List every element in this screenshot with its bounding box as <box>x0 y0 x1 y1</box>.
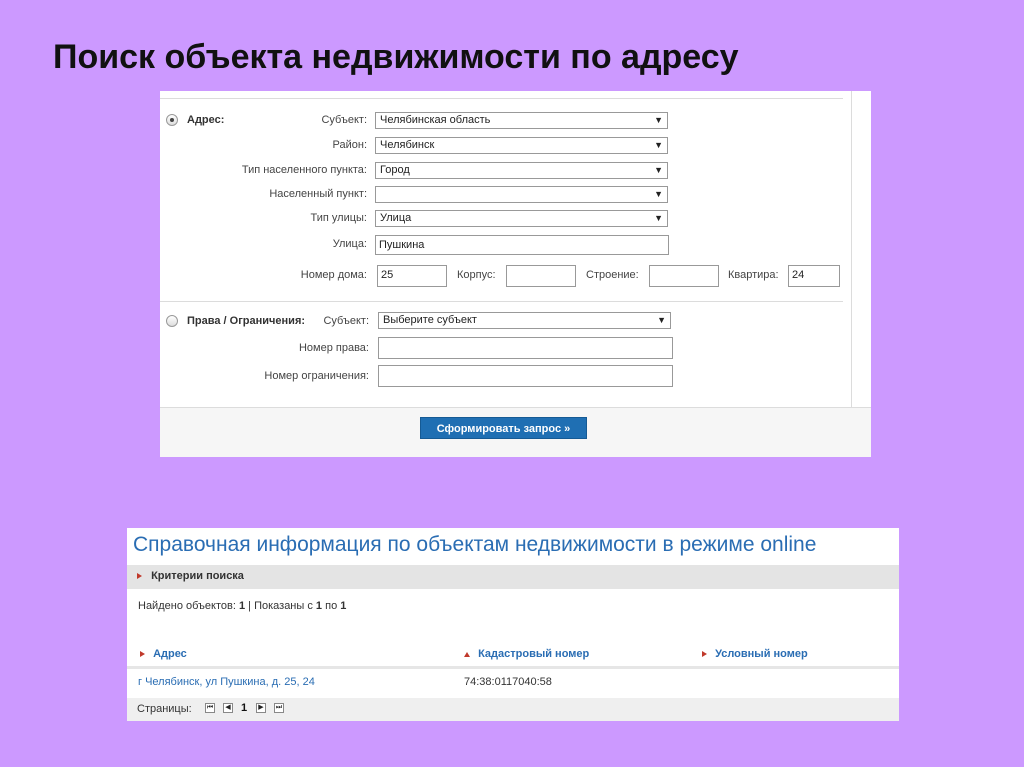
found-count: 1 <box>238 600 246 612</box>
divider <box>160 98 843 99</box>
building-label: Корпус: <box>457 269 496 281</box>
sort-arrow-icon <box>464 651 470 657</box>
dropdown-arrow-icon: ▼ <box>654 213 663 223</box>
address-group-label: Адрес: <box>187 114 225 126</box>
column-header-address-label: Адрес <box>153 648 187 660</box>
street-input[interactable]: Пушкина <box>375 235 669 255</box>
house-number-label: Номер дома: <box>300 269 367 281</box>
building-input[interactable] <box>506 265 576 287</box>
dropdown-arrow-icon: ▼ <box>654 140 663 150</box>
column-header-cadastral[interactable]: Кадастровый номер <box>464 648 589 660</box>
divider <box>851 91 852 407</box>
district-select[interactable]: Челябинск ▼ <box>375 137 668 154</box>
result-address-link[interactable]: г Челябинск, ул Пушкина, д. 25, 24 <box>138 676 315 688</box>
subject-select[interactable]: Челябинская область ▼ <box>375 112 668 129</box>
shown-mid: по <box>325 600 338 612</box>
pagination: Страницы: ⏮ ◀ 1 ▶ ⏭ <box>127 698 899 721</box>
search-criteria-label: Критерии поиска <box>151 570 244 582</box>
shown-to: 1 <box>340 600 347 612</box>
locality-select[interactable]: ▼ <box>375 186 668 203</box>
structure-label: Строение: <box>586 269 639 281</box>
dropdown-arrow-icon: ▼ <box>657 315 666 325</box>
found-prefix: Найдено объектов: <box>138 600 236 612</box>
rights-group-label: Права / Ограничения: <box>187 315 306 327</box>
first-page-icon[interactable]: ⏮ <box>205 703 215 713</box>
divider <box>160 301 843 302</box>
column-header-conditional[interactable]: Условный номер <box>702 648 808 660</box>
dropdown-arrow-icon: ▼ <box>654 189 663 199</box>
locality-type-select-value: Город <box>380 164 410 176</box>
structure-input[interactable] <box>649 265 719 287</box>
table-header-divider <box>127 666 899 669</box>
results-title: Справочная информация по объектам недвиж… <box>133 533 817 556</box>
result-cadastral-number: 74:38:0117040:58 <box>464 676 552 688</box>
column-header-cadastral-label: Кадастровый номер <box>478 648 590 660</box>
next-page-icon[interactable]: ▶ <box>256 703 266 713</box>
shown-prefix: Показаны с <box>254 600 313 612</box>
sort-arrow-icon <box>140 651 145 658</box>
subject-select-value: Челябинская область <box>380 114 491 126</box>
separator: | <box>248 600 252 612</box>
results-panel: Справочная информация по объектам недвиж… <box>127 528 899 721</box>
dropdown-arrow-icon: ▼ <box>654 165 663 175</box>
street-type-select[interactable]: Улица ▼ <box>375 210 668 227</box>
rights-radio[interactable] <box>166 315 178 327</box>
locality-label: Населенный пункт: <box>269 188 367 200</box>
locality-type-label: Тип населенного пункта: <box>241 164 367 176</box>
street-type-label: Тип улицы: <box>310 212 367 224</box>
locality-type-select[interactable]: Город ▼ <box>375 162 668 179</box>
search-criteria-header[interactable]: Критерии поиска <box>137 570 244 582</box>
right-number-label: Номер права: <box>298 342 369 354</box>
subject-label: Субъект: <box>321 114 367 126</box>
rights-subject-select-value: Выберите субъект <box>383 314 477 326</box>
apartment-label: Квартира: <box>728 269 779 281</box>
current-page: 1 <box>241 702 248 714</box>
search-criteria-toggle[interactable]: Критерии поиска <box>127 565 899 589</box>
found-summary: Найдено объектов: 1 | Показаны с 1 по 1 <box>138 600 346 612</box>
street-label: Улица: <box>332 238 367 250</box>
street-type-select-value: Улица <box>380 212 412 224</box>
previous-page-icon[interactable]: ◀ <box>223 703 233 713</box>
house-number-input[interactable]: 25 <box>377 265 447 287</box>
dropdown-arrow-icon: ▼ <box>654 115 663 125</box>
submit-request-button[interactable]: Сформировать запрос » <box>420 417 587 439</box>
slide-title: Поиск объекта недвижимости по адресу <box>53 38 739 76</box>
apartment-input[interactable]: 24 <box>788 265 840 287</box>
column-header-address[interactable]: Адрес <box>140 648 187 660</box>
address-radio[interactable] <box>166 114 178 126</box>
sort-arrow-icon <box>702 651 707 658</box>
column-header-conditional-label: Условный номер <box>715 648 808 660</box>
search-form-panel: Адрес: Субъект: Челябинская область ▼ Ра… <box>160 91 871 457</box>
right-number-input[interactable] <box>378 337 673 359</box>
restriction-number-label: Номер ограничения: <box>264 370 369 382</box>
rights-subject-select[interactable]: Выберите субъект ▼ <box>378 312 671 329</box>
district-select-value: Челябинск <box>380 139 435 151</box>
shown-from: 1 <box>315 600 323 612</box>
pages-label: Страницы: <box>137 703 192 715</box>
restriction-number-input[interactable] <box>378 365 673 387</box>
district-label: Район: <box>332 139 367 151</box>
expand-arrow-icon <box>137 573 142 580</box>
rights-subject-label: Субъект: <box>323 315 369 327</box>
last-page-icon[interactable]: ⏭ <box>274 703 284 713</box>
